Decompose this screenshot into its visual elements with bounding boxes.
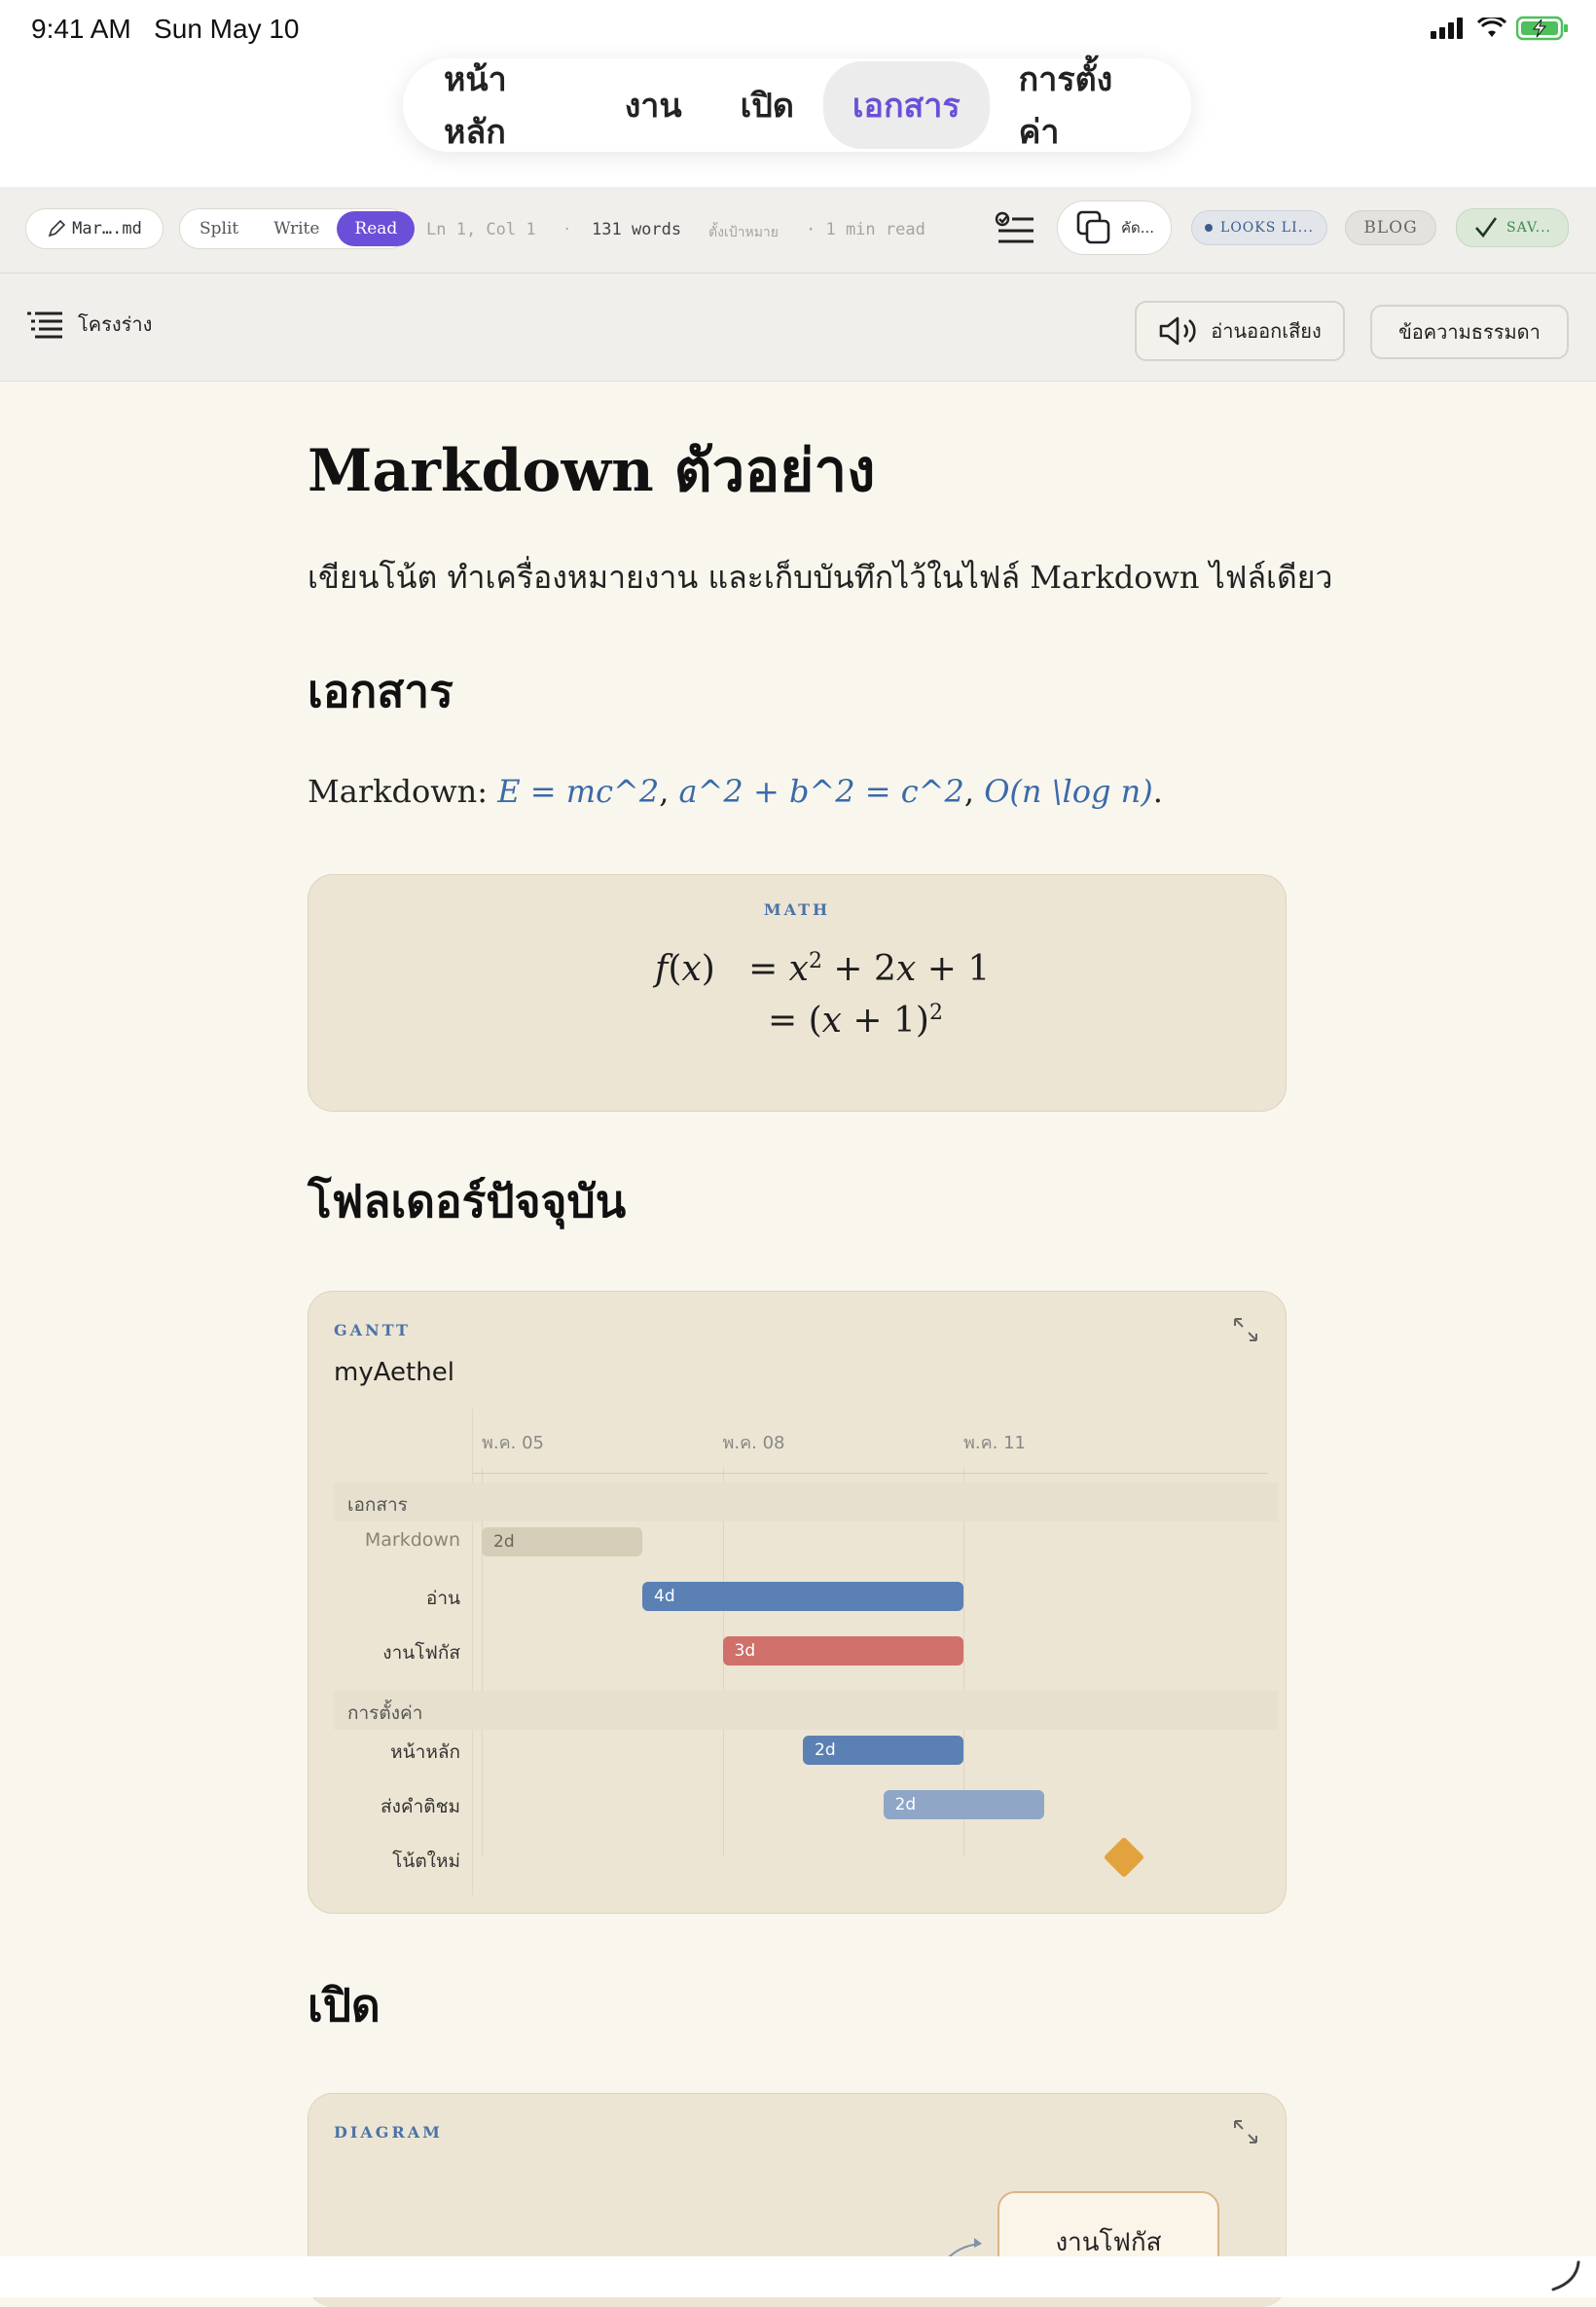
plain-text-button[interactable]: ข้อความธรรมดา <box>1370 305 1569 359</box>
copy-button[interactable]: คัด... <box>1057 201 1172 255</box>
view-mode-switch: Split Write Read <box>179 208 416 249</box>
math-inline-2: a^2 + b^2 = c^2 <box>678 773 964 810</box>
math-block: MATH f(x) = x2 + 2x + 1 = (x + 1)2 <box>308 874 1287 1112</box>
gantt-section-label: เอกสาร <box>347 1494 408 1516</box>
document-actions-bar: โครงร่าง อ่านออกเสียง ข้อความธรรมดา <box>0 274 1596 382</box>
mode-read-button[interactable]: Read <box>337 211 416 246</box>
top-nav-area: หน้าหลัก งาน เปิด เอกสาร การตั้งค่า <box>0 55 1596 187</box>
math-inline-1: E = mc^2 <box>497 773 660 810</box>
speaker-icon <box>1159 316 1196 346</box>
gantt-task-label: โน้ตใหม่ <box>392 1850 460 1872</box>
separator-dot: · <box>564 220 570 239</box>
math-equation: f(x) = x2 + 2x + 1 = (x + 1)2 <box>655 949 991 1041</box>
checklist-icon[interactable] <box>995 210 1037 249</box>
wifi-icon <box>1477 18 1506 37</box>
gantt-tick-label: พ.ค. 11 <box>963 1433 1026 1453</box>
goal-link[interactable]: ตั้งเป้าหมาย <box>708 222 779 243</box>
battery-charging-icon <box>1516 16 1568 41</box>
copy-icon <box>1076 210 1110 244</box>
gantt-task-label: งานโฟกัส <box>382 1642 460 1664</box>
tab-tasks[interactable]: งาน <box>596 61 711 149</box>
gantt-task-bar[interactable]: 2d <box>883 1790 1044 1819</box>
read-aloud-button[interactable]: อ่านออกเสียง <box>1135 301 1345 361</box>
gantt-task-label: หน้าหลัก <box>390 1741 460 1763</box>
gantt-tick-label: พ.ค. 08 <box>722 1433 785 1453</box>
math-inline-3: O(n \log n) <box>984 773 1153 810</box>
expand-icon[interactable] <box>1231 1315 1260 1344</box>
gantt-task-label: ส่งคำติชม <box>380 1796 460 1817</box>
status-dot-icon <box>1205 224 1214 232</box>
saved-badge[interactable]: SAV... <box>1456 208 1569 247</box>
document-title: Markdown ตัวอย่าง <box>308 437 876 505</box>
gantt-axis-line <box>472 1473 1268 1474</box>
intro-paragraph: เขียนโน้ต ทำเครื่องหมายงาน และเก็บบันทึก… <box>308 559 1333 596</box>
mode-split-button[interactable]: Split <box>182 211 256 246</box>
inline-math-paragraph: Markdown: E = mc^2, a^2 + b^2 = c^2, O(n… <box>308 773 1163 810</box>
word-count: 131 words <box>592 220 682 239</box>
bottom-safe-area <box>0 2256 1596 2297</box>
gantt-section-row: เอกสาร <box>334 1483 1278 1521</box>
read-time: · 1 min read <box>806 220 925 239</box>
tab-home[interactable]: หน้าหลัก <box>415 35 596 175</box>
heading-open: เปิด <box>308 1979 381 2032</box>
gantt-task-label: Markdown <box>364 1529 460 1551</box>
mode-write-button[interactable]: Write <box>256 211 337 246</box>
looks-like-badge[interactable]: LOOKS LI... <box>1191 210 1327 245</box>
gantt-task-bar[interactable]: 2d <box>482 1527 642 1556</box>
outline-list-icon <box>27 311 62 339</box>
tab-open[interactable]: เปิด <box>711 61 823 149</box>
status-time: 9:41 AM Sun May 10 <box>31 14 300 44</box>
editor-toolbar: Mar….md Split Write Read Ln 1, Col 1 · 1… <box>0 187 1596 274</box>
outline-button[interactable]: โครงร่าง <box>25 309 152 340</box>
saved-label: SAV... <box>1505 220 1552 236</box>
gantt-block: GANTT myAethel พ.ค. 05 พ.ค. 08 พ.ค. 11 เอกส… <box>308 1291 1287 1914</box>
gantt-label-divider <box>472 1409 473 1895</box>
heading-documents: เอกสาร <box>308 665 453 717</box>
tab-settings[interactable]: การตั้งค่า <box>990 35 1179 175</box>
gantt-milestone[interactable] <box>1103 1836 1145 1879</box>
file-name-button[interactable]: Mar….md <box>25 208 163 249</box>
expand-icon[interactable] <box>1231 2117 1260 2146</box>
gantt-task-bar[interactable]: 3d <box>722 1636 963 1666</box>
file-name: Mar….md <box>72 219 142 238</box>
status-icons <box>1431 16 1569 41</box>
gantt-grid-line <box>482 1467 483 1856</box>
heading-current-folder: โฟลเดอร์ปัจจุบัน <box>308 1175 627 1227</box>
blog-badge[interactable]: BLOG <box>1345 210 1436 245</box>
tab-documents[interactable]: เอกสาร <box>822 61 990 149</box>
cellular-icon <box>1431 18 1463 39</box>
gantt-task-bar[interactable]: 2d <box>803 1736 963 1765</box>
pencil-icon <box>48 219 66 238</box>
markdown-prefix: Markdown: <box>308 773 498 810</box>
gantt-task-label: อ่าน <box>425 1588 460 1609</box>
copy-label: คัด... <box>1120 219 1155 237</box>
top-tab-bar: หน้าหลัก งาน เปิด เอกสาร การตั้งค่า <box>403 58 1191 152</box>
outline-label: โครงร่าง <box>78 312 153 336</box>
gantt-section-label: การตั้งค่า <box>347 1703 423 1724</box>
checkmark-icon <box>1475 217 1498 238</box>
diagram-card-label: DIAGRAM <box>334 2123 443 2142</box>
scroll-indicator-icon <box>1551 2260 1580 2291</box>
gantt-tick-label: พ.ค. 05 <box>482 1433 544 1453</box>
read-aloud-label: อ่านออกเสียง <box>1211 319 1322 343</box>
math-card-label: MATH <box>763 900 831 919</box>
gantt-section-row: การตั้งค่า <box>334 1691 1278 1730</box>
gantt-task-bar[interactable]: 4d <box>642 1582 963 1611</box>
looks-like-label: LOOKS LI... <box>1220 220 1314 236</box>
status-bar: 9:41 AM Sun May 10 <box>0 0 1596 62</box>
gantt-card-label: GANTT <box>334 1321 411 1339</box>
gantt-title: myAethel <box>334 1358 454 1387</box>
cursor-position: Ln 1, Col 1 <box>426 220 536 239</box>
